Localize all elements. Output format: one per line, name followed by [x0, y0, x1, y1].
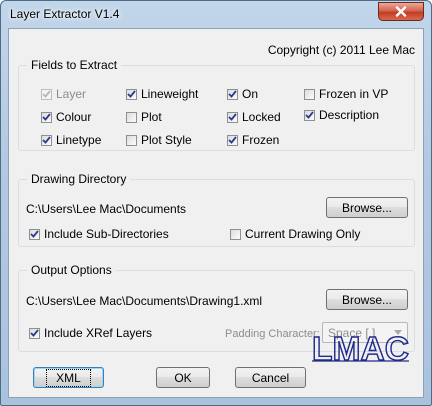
- checkmark-icon: [305, 111, 314, 119]
- checkbox-label: Locked: [242, 110, 281, 124]
- checkbox-box[interactable]: [126, 134, 137, 146]
- ok-button-label: OK: [174, 370, 192, 385]
- output-browse-label: Browse...: [341, 292, 392, 307]
- close-icon: [395, 6, 407, 17]
- checkbox-label: Frozen in VP: [319, 87, 389, 101]
- checkbox-frozen-in-vp[interactable]: Frozen in VP: [304, 87, 388, 101]
- output-options-title: Output Options: [27, 263, 116, 277]
- checkbox-lineweight[interactable]: Lineweight: [126, 87, 198, 101]
- checkbox-box[interactable]: [126, 88, 137, 100]
- checkmark-icon: [42, 90, 51, 98]
- checkbox-linetype[interactable]: Linetype: [41, 133, 101, 147]
- checkbox-box[interactable]: [41, 111, 52, 123]
- title-bar[interactable]: Layer Extractor V1.4: [1, 1, 431, 27]
- xml-button-label: XML: [46, 368, 91, 387]
- window-title: Layer Extractor V1.4: [10, 7, 120, 21]
- checkbox-box[interactable]: [227, 134, 238, 146]
- close-button[interactable]: [378, 2, 424, 21]
- checkmark-icon: [30, 329, 39, 337]
- dialog-window: Layer Extractor V1.4 Copyright (c) 2011 …: [0, 0, 432, 406]
- padding-character-label: Padding Character:: [225, 328, 320, 340]
- drawing-browse-label: Browse...: [341, 200, 392, 215]
- checkbox-box[interactable]: [41, 88, 52, 100]
- checkbox-colour[interactable]: Colour: [41, 110, 91, 124]
- checkbox-label: Linetype: [56, 133, 102, 147]
- checkbox-label: Layer: [56, 87, 87, 101]
- fields-group: Fields to Extract Layer Lineweight On Fr…: [18, 58, 415, 151]
- cancel-button[interactable]: Cancel: [235, 367, 306, 388]
- checkbox-box[interactable]: [29, 228, 40, 240]
- output-file-path: C:\Users\Lee Mac\Documents\Drawing1.xml: [26, 294, 263, 308]
- checkbox-description[interactable]: Description: [304, 108, 379, 122]
- checkmark-icon: [228, 136, 237, 144]
- checkmark-icon: [228, 113, 237, 121]
- checkbox-box[interactable]: [227, 111, 238, 123]
- drawing-browse-button[interactable]: Browse...: [326, 197, 408, 218]
- checkbox-box[interactable]: [230, 228, 241, 240]
- checkbox-include-xref-layers[interactable]: Include XRef Layers: [29, 326, 152, 340]
- checkbox-label: Colour: [56, 110, 92, 124]
- checkbox-label: Plot Style: [141, 133, 192, 147]
- checkbox-label: Include Sub-Directories: [44, 227, 169, 241]
- checkbox-box[interactable]: [29, 327, 40, 339]
- checkmark-icon: [30, 230, 39, 238]
- ok-button[interactable]: OK: [156, 367, 210, 388]
- checkbox-layer[interactable]: Layer: [41, 87, 86, 101]
- checkbox-box[interactable]: [304, 88, 315, 100]
- checkbox-label: Include XRef Layers: [44, 326, 153, 340]
- checkbox-label: Current Drawing Only: [245, 227, 361, 241]
- drawing-directory-title: Drawing Directory: [27, 172, 131, 186]
- output-browse-button[interactable]: Browse...: [326, 289, 408, 310]
- checkbox-plot-style[interactable]: Plot Style: [126, 133, 192, 147]
- checkbox-on[interactable]: On: [227, 87, 258, 101]
- checkmark-icon: [228, 90, 237, 98]
- cancel-button-label: Cancel: [251, 370, 290, 385]
- checkbox-box[interactable]: [126, 111, 137, 123]
- drawing-directory-group: Drawing Directory C:\Users\Lee Mac\Docum…: [18, 172, 415, 247]
- drawing-directory-path: C:\Users\Lee Mac\Documents: [26, 202, 187, 216]
- checkbox-label: Description: [319, 108, 380, 122]
- checkmark-icon: [42, 113, 51, 121]
- checkmark-icon: [42, 136, 51, 144]
- checkbox-frozen[interactable]: Frozen: [227, 133, 279, 147]
- checkbox-include-subdirectories[interactable]: Include Sub-Directories: [29, 227, 169, 241]
- checkbox-box[interactable]: [41, 134, 52, 146]
- checkbox-box[interactable]: [227, 88, 238, 100]
- checkmark-icon: [127, 90, 136, 98]
- logo-text: LMAC: [312, 331, 409, 365]
- checkbox-current-drawing-only[interactable]: Current Drawing Only: [230, 227, 360, 241]
- checkbox-locked[interactable]: Locked: [227, 110, 281, 124]
- checkbox-label: Lineweight: [141, 87, 199, 101]
- xml-button[interactable]: XML: [33, 367, 104, 388]
- checkbox-label: Plot: [141, 110, 162, 124]
- checkbox-label: Frozen: [242, 133, 280, 147]
- copyright-text: Copyright (c) 2011 Lee Mac: [267, 43, 415, 57]
- checkbox-box[interactable]: [304, 109, 315, 121]
- checkbox-label: On: [242, 87, 259, 101]
- checkbox-plot[interactable]: Plot: [126, 110, 162, 124]
- fields-group-title: Fields to Extract: [27, 58, 122, 72]
- lmac-logo: LMAC: [312, 331, 410, 365]
